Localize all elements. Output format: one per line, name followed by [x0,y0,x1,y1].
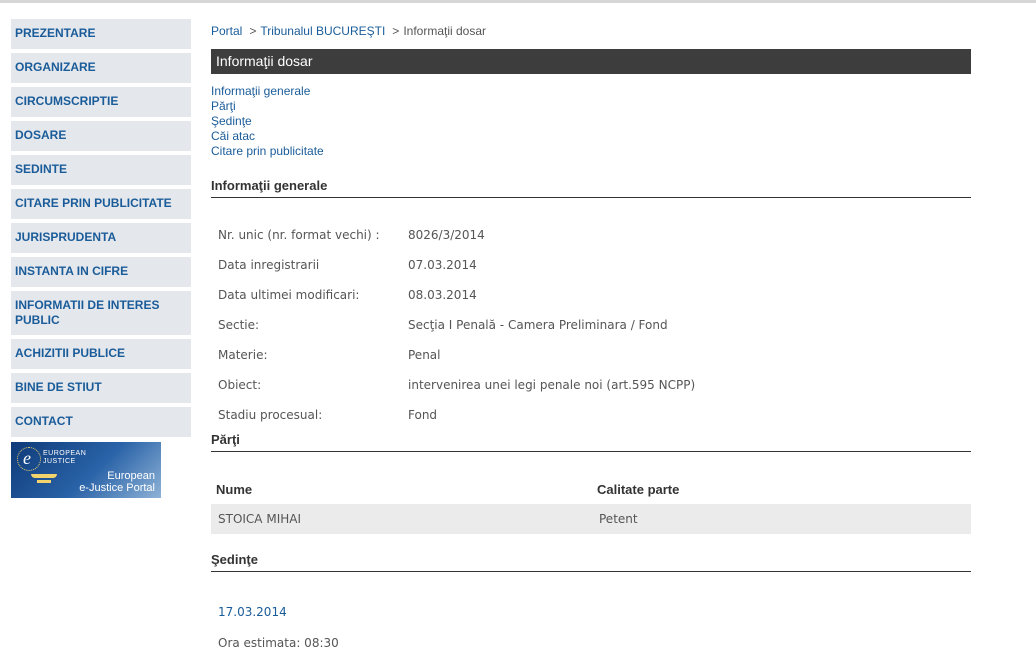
info-row: Stadiu procesual: Fond [211,400,971,430]
breadcrumb-separator: > [249,24,257,38]
party-name: STOICA MIHAI [218,512,301,526]
general-info-table: Nr. unic (nr. format vechi) : 8026/3/201… [211,220,971,430]
scales-base-icon [37,480,51,483]
sidebar-nav: PREZENTARE ORGANIZARE CIRCUMSCRIPTIE DOS… [11,19,191,441]
anchor-parti[interactable]: Părţi [211,99,971,114]
column-header-nume: Nume [216,481,253,497]
info-label: Nr. unic (nr. format vechi) : [218,228,380,242]
sidebar-item-informatii-interes-public[interactable]: INFORMATII DE INTERES PUBLIC [11,291,191,335]
info-value: 8026/3/2014 [408,228,485,242]
parti-table-header: Nume Calitate parte [211,474,971,504]
anchor-citare-publicitate[interactable]: Citare prin publicitate [211,144,971,159]
sidebar-item-circumscriptie[interactable]: CIRCUMSCRIPTIE [11,87,191,117]
party-role: Petent [599,512,638,526]
info-label: Materie: [218,348,268,362]
sidebar-item-achizitii-publice[interactable]: ACHIZITII PUBLICE [11,339,191,369]
section-heading-informatii-generale: Informaţii generale [211,178,971,198]
sedinte-list: 17.03.2014 Ora estimata: 08:30 [211,601,971,650]
hearing-estimated-time: Ora estimata: 08:30 [218,636,339,650]
info-row: Nr. unic (nr. format vechi) : 8026/3/201… [211,220,971,250]
info-value: Secţia I Penală - Camera Preliminara / F… [408,318,668,332]
hearing-date-link[interactable]: 17.03.2014 [211,605,287,619]
section-heading-sedinte: Şedinţe [211,552,971,572]
info-label: Sectie: [218,318,260,332]
info-value: 07.03.2014 [408,258,477,272]
sidebar-item-organizare[interactable]: ORGANIZARE [11,53,191,83]
parti-table: Nume Calitate parte STOICA MIHAI Petent [211,474,971,534]
scales-icon [31,474,57,478]
sidebar-item-jurisprudenta[interactable]: JURISPRUDENTA [11,223,191,253]
sidebar-item-instanta-in-cifre[interactable]: INSTANTA IN CIFRE [11,257,191,287]
top-border [0,0,1036,3]
page-title: Informaţii dosar [211,49,971,74]
banner-title: European e-Justice Portal [79,470,155,494]
sidebar-item-prezentare[interactable]: PREZENTARE [11,19,191,49]
sidebar-item-dosare[interactable]: DOSARE [11,121,191,151]
anchor-cai-atac[interactable]: Căi atac [211,129,971,144]
banner-logo-text: EUROPEAN JUSTICE [43,450,86,466]
info-value: Fond [408,408,438,422]
info-row: Obiect: intervenirea unei legi penale no… [211,370,971,400]
table-row: STOICA MIHAI Petent [211,504,971,534]
info-label: Stadiu procesual: [218,408,323,422]
info-row: Sectie: Secţia I Penală - Camera Prelimi… [211,310,971,340]
info-value: 08.03.2014 [408,288,477,302]
info-row: Data ultimei modificari: 08.03.2014 [211,280,971,310]
breadcrumb-separator: > [392,24,400,38]
breadcrumb-current: Informaţii dosar [403,24,487,38]
info-row: Data inregistrarii 07.03.2014 [211,250,971,280]
banner-title-line2: e-Justice Portal [79,482,155,494]
anchor-informatii-generale[interactable]: Informaţii generale [211,84,971,99]
info-label: Obiect: [218,378,262,392]
banner-title-line1: European [107,470,155,482]
breadcrumb-portal-link[interactable]: Portal [211,24,242,38]
banner-logo-line2: JUSTICE [43,458,76,465]
sidebar-item-citare[interactable]: CITARE PRIN PUBLICITATE [11,189,191,219]
info-value: intervenirea unei legi penale noi (art.5… [408,378,696,392]
info-label: Data inregistrarii [218,258,320,272]
sidebar-item-contact[interactable]: CONTACT [11,407,191,437]
info-value: Penal [408,348,441,362]
sidebar-item-sedinte[interactable]: SEDINTE [11,155,191,185]
sidebar-item-bine-de-stiut[interactable]: BINE DE STIUT [11,373,191,403]
info-label: Data ultimei modificari: [218,288,360,302]
anchor-sedinte[interactable]: Şedinţe [211,114,971,129]
breadcrumb: Portal > Tribunalul BUCUREŞTI > Informaţii d… [211,19,971,43]
ejustice-logo-letter: e [23,448,31,468]
section-heading-parti: Părţi [211,432,971,452]
ejustice-portal-banner[interactable]: e EUROPEAN JUSTICE European e-Justice Po… [11,442,161,498]
column-header-calitate: Calitate parte [597,481,680,497]
breadcrumb-court-link[interactable]: Tribunalul BUCUREŞTI [260,24,385,38]
section-anchor-links: Informaţii generale Părţi Şedinţe Căi at… [211,84,971,159]
main-content: Portal > Tribunalul BUCUREŞTI > Informaţii d… [211,19,971,650]
info-row: Materie: Penal [211,340,971,370]
banner-logo-line1: EUROPEAN [43,450,87,457]
